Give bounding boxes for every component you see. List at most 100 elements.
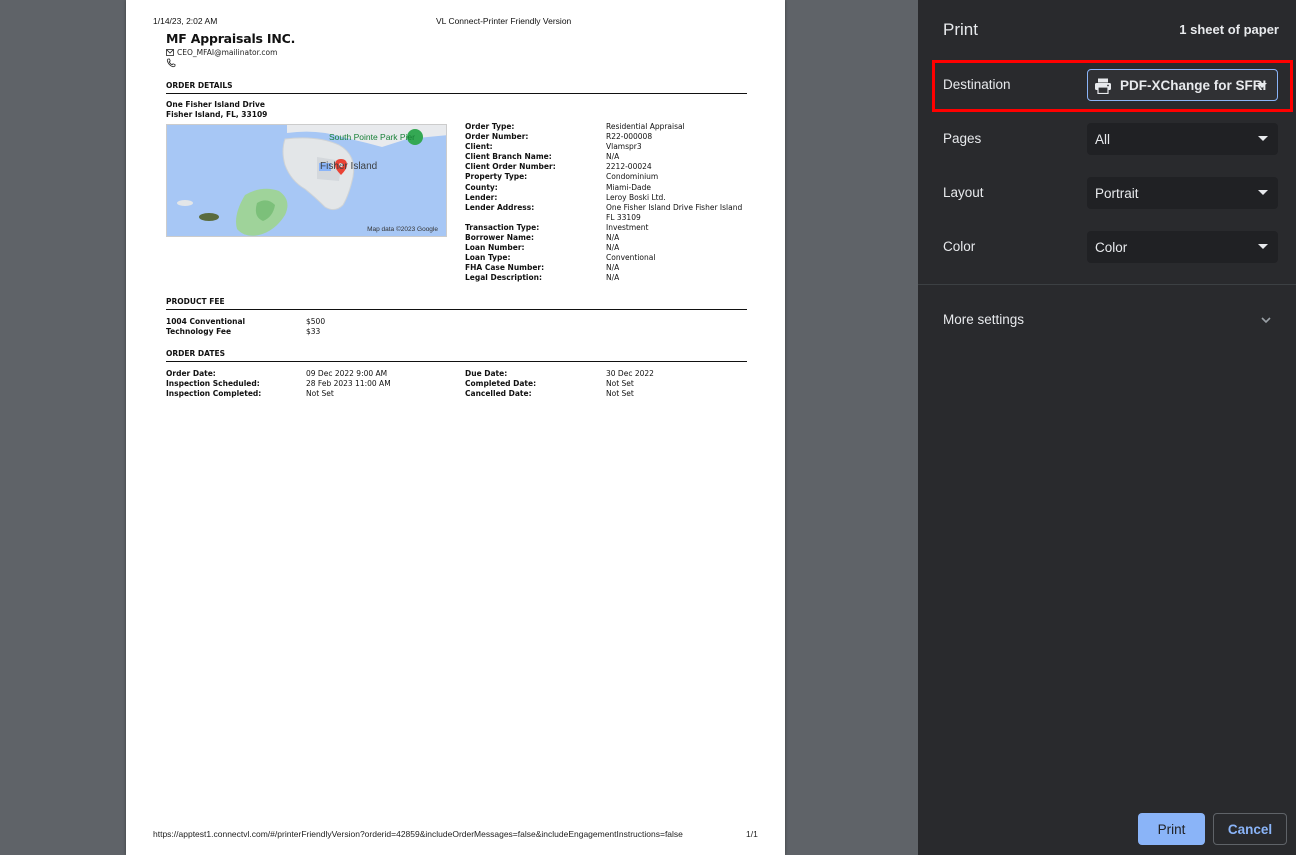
field-key: Lender Address:	[465, 202, 535, 212]
field-key: Property Type:	[465, 172, 528, 182]
section-divider	[166, 93, 747, 94]
field-key	[465, 213, 556, 223]
phone-icon	[166, 58, 176, 68]
date-value: 09 Dec 2022 9:00 AM	[306, 369, 388, 378]
destination-label: Destination	[943, 77, 1011, 92]
field-key: FHA Case Number:	[465, 263, 545, 273]
destination-value: PDF-XChange for SFRI	[1120, 77, 1267, 93]
more-settings-toggle[interactable]: More settings	[943, 312, 1024, 327]
field-value: N/A	[606, 263, 620, 273]
section-divider	[166, 309, 747, 310]
address-line-1: One Fisher Island Drive	[166, 100, 265, 109]
field-key: County:	[465, 182, 498, 192]
order-details-title: ORDER DETAILS	[166, 81, 233, 90]
print-title: Print	[943, 20, 978, 39]
field-value: Leroy Boski Ltd.	[606, 192, 666, 202]
print-preview-area: 1/14/23, 2:02 AM VL Connect-Printer Frie…	[0, 0, 918, 855]
field-value: N/A	[606, 273, 620, 283]
date-value: Not Set	[606, 379, 634, 389]
fee-key: 1004 Conventional	[166, 317, 246, 326]
field-key: Order Number:	[465, 132, 529, 142]
field-key: Transaction Type:	[465, 222, 540, 232]
product-fee-title: PRODUCT FEE	[166, 297, 225, 306]
footer-url: https://apptest1.connectvl.com/#/printer…	[153, 829, 683, 839]
map-label-island: Fisher Island	[320, 161, 378, 172]
field-value: Miami-Dade	[606, 182, 651, 192]
field-value: N/A	[606, 233, 620, 243]
dates-right-values: 30 Dec 2022 Not Set Not Set	[606, 369, 654, 399]
product-fee-keys: 1004 Conventional Technology Fee	[166, 317, 245, 337]
print-button[interactable]: Print	[1138, 813, 1205, 845]
field-key: Client Order Number:	[465, 162, 556, 172]
cancel-button[interactable]: Cancel	[1213, 813, 1287, 845]
dropdown-caret-icon	[1257, 83, 1267, 88]
section-divider	[166, 361, 747, 362]
layout-label: Layout	[943, 185, 984, 200]
company-email-row: CEO_MFAI@mailinator.com	[166, 48, 277, 57]
date-key: Cancelled Date:	[465, 389, 532, 399]
dates-right-keys: Due Date: Completed Date: Cancelled Date…	[465, 369, 536, 399]
sheet-count: 1 sheet of paper	[1179, 22, 1279, 37]
field-value: Residential Appraisal	[606, 122, 685, 131]
print-settings-sidebar: Print 1 sheet of paper Destination PDF-X…	[918, 0, 1296, 855]
field-value: R22-000008	[606, 132, 653, 142]
map-attribution: Map data ©2023 Google	[367, 226, 438, 233]
field-value: FL 33109	[606, 212, 641, 222]
field-value: Conventional	[606, 253, 656, 263]
field-value: One Fisher Island Drive Fisher Island	[606, 202, 743, 212]
layout-value: Portrait	[1095, 185, 1139, 201]
address-line-2: Fisher Island, FL, 33109	[166, 110, 268, 119]
fee-value: $33	[306, 327, 321, 337]
field-key: Loan Number:	[465, 243, 525, 253]
header-datetime: 1/14/23, 2:02 AM	[153, 16, 218, 26]
dates-left-values: 09 Dec 2022 9:00 AM 28 Feb 2023 11:00 AM…	[306, 369, 391, 399]
pages-value: All	[1095, 131, 1111, 147]
pages-select[interactable]: All	[1087, 123, 1278, 155]
order-field-keys: Order Type: Order Number: Client: Client…	[465, 122, 556, 284]
dropdown-caret-icon	[1258, 244, 1268, 249]
map-label-park: South Pointe Park Pier	[329, 132, 415, 142]
field-key: Legal Description:	[465, 273, 542, 283]
field-value: Vlamspr3	[606, 142, 642, 152]
date-key: Inspection Completed:	[166, 389, 262, 399]
dropdown-caret-icon	[1258, 190, 1268, 195]
company-name: MF Appraisals INC.	[166, 31, 296, 46]
date-key: Completed Date:	[465, 379, 537, 389]
dates-left-keys: Order Date: Inspection Scheduled: Inspec…	[166, 369, 261, 399]
field-key: Client Branch Name:	[465, 152, 552, 162]
field-value: N/A	[606, 152, 620, 162]
date-value: Not Set	[606, 389, 634, 399]
footer-page-number: 1/1	[746, 829, 758, 839]
date-value: 28 Feb 2023 11:00 AM	[306, 379, 391, 389]
envelope-icon	[166, 49, 174, 56]
destination-select[interactable]: PDF-XChange for SFRI	[1087, 69, 1278, 101]
header-title: VL Connect-Printer Friendly Version	[436, 16, 572, 26]
sidebar-divider	[918, 284, 1296, 285]
color-label: Color	[943, 239, 976, 254]
order-field-values: Residential Appraisal R22-000008 Vlamspr…	[606, 122, 742, 284]
layout-select[interactable]: Portrait	[1087, 177, 1278, 209]
field-value: 2212-00024	[606, 162, 652, 172]
date-value: 30 Dec 2022	[606, 369, 654, 378]
field-key: Borrower Name:	[465, 233, 534, 243]
color-value: Color	[1095, 239, 1128, 255]
order-dates-title: ORDER DATES	[166, 349, 225, 358]
location-map: South Pointe Park Pier Fisher Island Map…	[166, 124, 447, 237]
chevron-down-icon[interactable]	[1260, 314, 1272, 326]
pages-label: Pages	[943, 131, 982, 146]
fee-key: Technology Fee	[166, 327, 232, 337]
date-value: Not Set	[306, 389, 334, 399]
field-key: Loan Type:	[465, 253, 511, 263]
field-key: Order Type:	[465, 122, 515, 131]
field-value: N/A	[606, 243, 620, 253]
color-select[interactable]: Color	[1087, 231, 1278, 263]
printer-icon	[1095, 78, 1111, 94]
preview-page: 1/14/23, 2:02 AM VL Connect-Printer Frie…	[126, 0, 785, 855]
date-key: Order Date:	[166, 369, 216, 378]
fee-value: $500	[306, 317, 326, 326]
company-email: CEO_MFAI@mailinator.com	[177, 48, 278, 57]
field-value: Investment	[606, 222, 649, 232]
dropdown-caret-icon	[1258, 136, 1268, 141]
field-key: Client:	[465, 142, 493, 152]
field-key: Lender:	[465, 192, 498, 202]
